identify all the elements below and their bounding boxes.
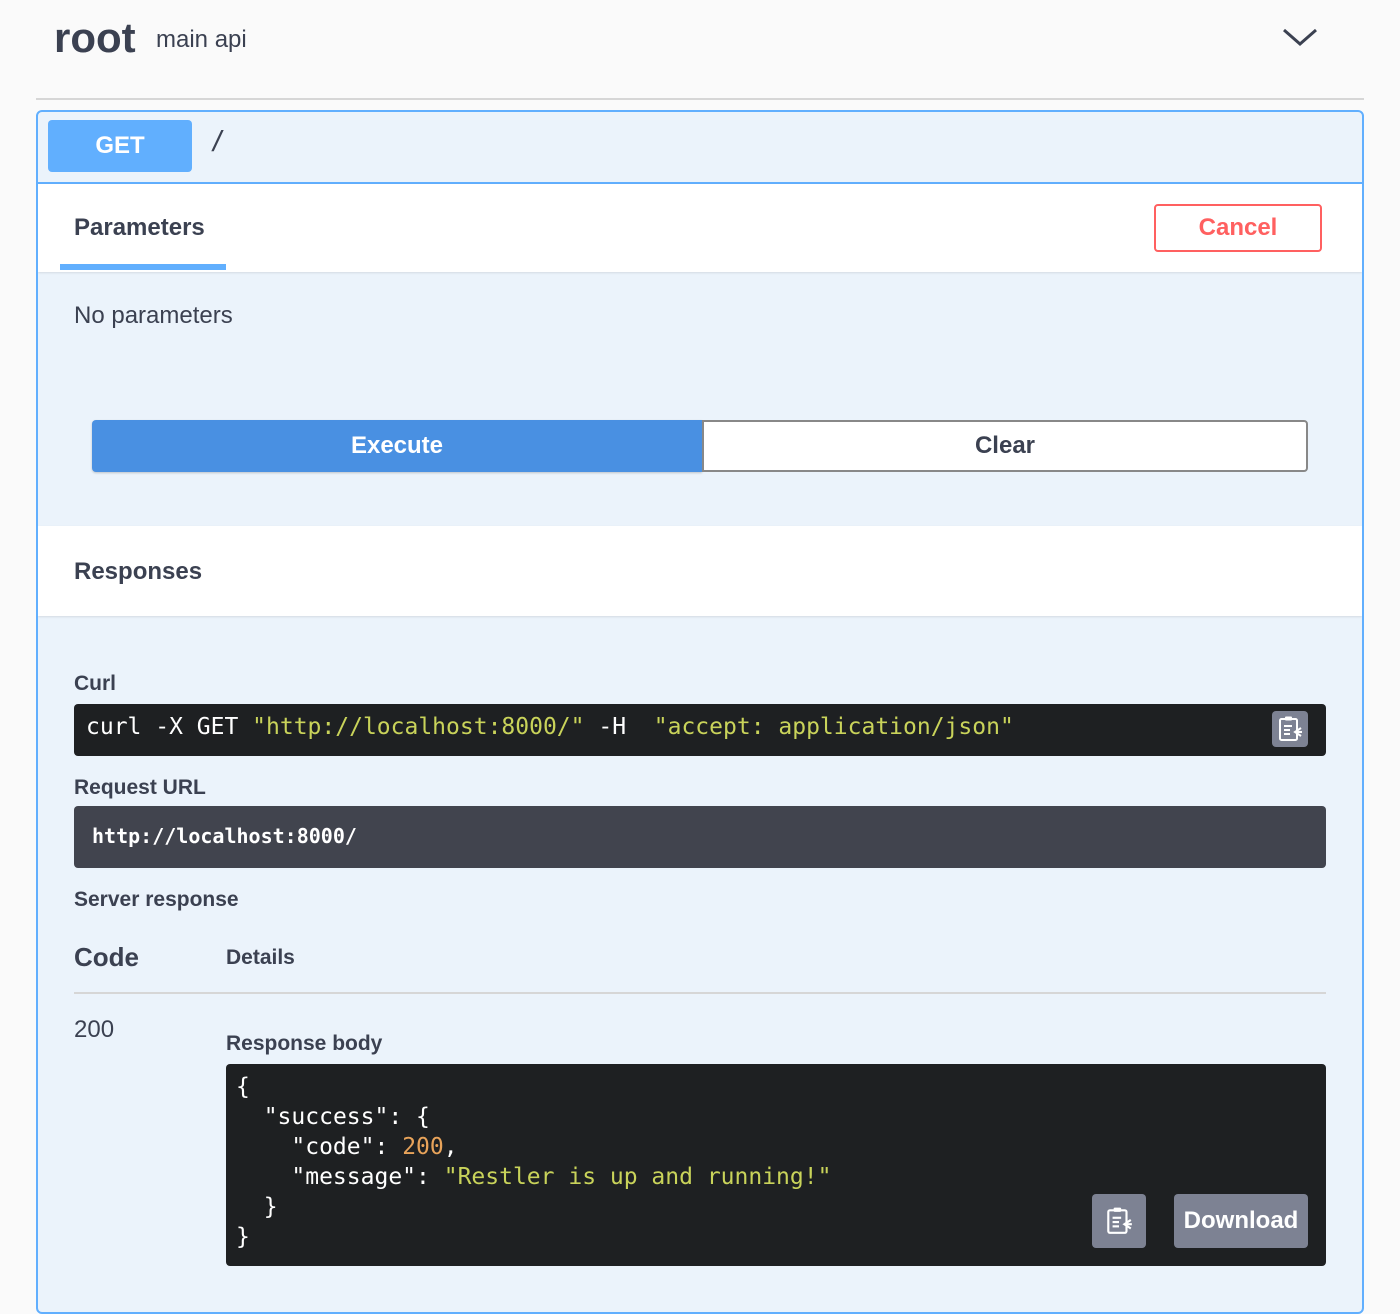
download-button[interactable]: Download — [1174, 1194, 1308, 1248]
json-close-brace: } — [236, 1224, 250, 1250]
copy-curl-button[interactable] — [1272, 711, 1308, 747]
json-number: 200 — [402, 1134, 444, 1160]
curl-url: "http://localhost:8000/" — [252, 714, 585, 740]
curl-flag: -H — [584, 714, 654, 740]
parameters-header: Parameters Cancel — [38, 184, 1362, 272]
tag-description: main api — [156, 26, 247, 53]
operation-block: GET / Parameters Cancel No parameters Ex… — [36, 110, 1364, 1314]
details-column-header: Details — [226, 946, 295, 969]
code-column-header: Code — [74, 942, 139, 972]
server-response-label: Server response — [74, 888, 239, 911]
curl-header: "accept: application/json" — [653, 714, 1014, 740]
operation-summary[interactable]: GET / — [38, 112, 1362, 184]
tag-header[interactable]: root main api — [36, 0, 1364, 100]
table-divider — [74, 992, 1326, 994]
request-url-box: http://localhost:8000/ — [74, 806, 1326, 868]
responses-title: Responses — [74, 558, 203, 585]
tag-name: root — [54, 14, 136, 61]
tab-parameters[interactable]: Parameters — [74, 214, 205, 242]
response-body-box[interactable]: { "success": { "code": 200, "message": "… — [226, 1064, 1326, 1266]
curl-prefix: curl -X GET — [86, 714, 253, 740]
json-key: "success" — [263, 1104, 389, 1130]
responses-header: Responses — [38, 526, 1362, 616]
tab-underline — [60, 264, 226, 270]
method-badge: GET — [48, 120, 192, 172]
clear-button[interactable]: Clear — [702, 420, 1308, 472]
curl-command-box[interactable]: curl -X GET "http://localhost:8000/" -H … — [74, 704, 1326, 756]
operation-path: / — [210, 126, 226, 156]
request-url: http://localhost:8000/ — [92, 824, 357, 848]
cancel-button[interactable]: Cancel — [1154, 204, 1322, 252]
clipboard-copy-icon — [1279, 716, 1302, 741]
json-key: "message" — [291, 1164, 417, 1190]
copy-response-button[interactable] — [1092, 1194, 1146, 1248]
chevron-down-icon[interactable] — [1280, 24, 1320, 52]
execute-button-group: Execute Clear — [92, 420, 1308, 474]
response-body-label: Response body — [226, 1032, 383, 1055]
json-key: "code" — [291, 1134, 375, 1160]
execute-button[interactable]: Execute — [92, 420, 702, 472]
json-open-brace: { — [236, 1074, 250, 1100]
curl-label: Curl — [74, 672, 116, 695]
status-code: 200 — [74, 1016, 115, 1043]
clipboard-copy-icon — [1107, 1207, 1132, 1234]
response-body: { "success": { "code": 200, "message": "… — [236, 1074, 832, 1250]
curl-command: curl -X GET "http://localhost:8000/" -H … — [86, 714, 1014, 740]
request-url-label: Request URL — [74, 776, 206, 799]
json-string: "Restler is up and running!" — [443, 1164, 832, 1190]
no-parameters-text: No parameters — [74, 302, 233, 329]
